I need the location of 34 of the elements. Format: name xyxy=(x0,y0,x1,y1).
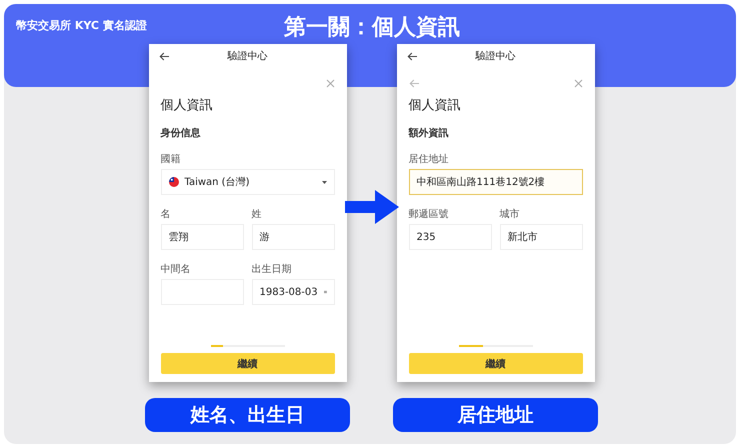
screen-title: 驗證中心 xyxy=(474,50,516,63)
step-caption: 居住地址 xyxy=(393,398,598,432)
page-title: 第一關：個人資訊 xyxy=(284,14,460,42)
brand-title: 幣安交易所 KYC 實名認證 xyxy=(16,18,148,33)
input-field[interactable]: 雲翔 xyxy=(160,224,244,250)
step-caption: 姓名、出生日 xyxy=(145,398,350,432)
continue-button[interactable]: 繼續 xyxy=(408,353,582,374)
continue-button[interactable]: 繼續 xyxy=(160,353,334,374)
field-label: 姓 xyxy=(252,208,262,221)
flag-icon xyxy=(168,177,178,187)
field-label: 國籍 xyxy=(160,153,182,166)
back-icon[interactable] xyxy=(158,52,170,60)
field-label: 名 xyxy=(160,208,172,221)
close-icon[interactable] xyxy=(326,78,334,88)
screen-title: 驗證中心 xyxy=(226,50,268,63)
field-label: 城市 xyxy=(500,208,520,221)
back-icon[interactable] xyxy=(406,52,418,60)
input-field[interactable]: 游 xyxy=(252,224,334,250)
form-heading: 個人資訊 xyxy=(160,97,214,114)
field-label: 郵遞區號 xyxy=(408,208,450,221)
input-field[interactable]: 中和區南山路111巷12號2樓 xyxy=(408,169,582,195)
close-icon[interactable] xyxy=(574,78,582,88)
date-field[interactable]: 1983-08-03 xyxy=(252,279,334,305)
input-field[interactable]: 235 xyxy=(408,224,492,250)
caret-icon xyxy=(322,180,326,184)
input-field[interactable]: 新北市 xyxy=(500,224,582,250)
section-heading: 身份信息 xyxy=(160,126,202,140)
field-label: 出生日期 xyxy=(252,262,292,276)
country-select[interactable]: Taiwan (台灣) xyxy=(160,169,334,195)
field-label: 居住地址 xyxy=(408,152,450,166)
form-heading: 個人資訊 xyxy=(408,97,462,114)
arrow-icon xyxy=(345,190,399,224)
section-heading: 額外資訊 xyxy=(408,126,450,140)
field-label: 中間名 xyxy=(160,262,192,276)
